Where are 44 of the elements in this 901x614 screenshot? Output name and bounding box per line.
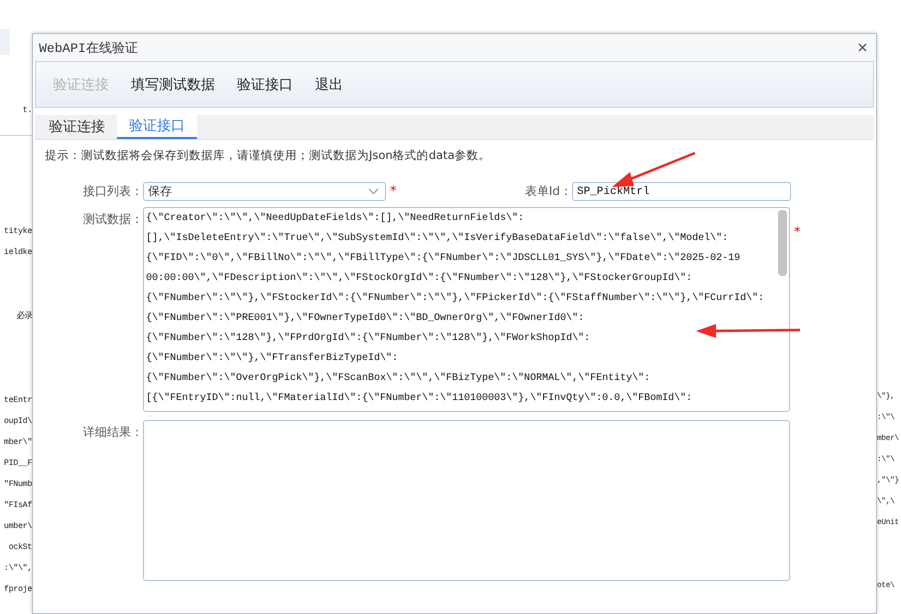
toolbar-button[interactable]: 验证接口 xyxy=(226,76,304,94)
background-text: umber\ xyxy=(4,521,32,533)
field-label: 测试数据： xyxy=(82,211,143,228)
window-title: WebAPI在线验证 xyxy=(39,40,138,56)
scrollbar-thumb[interactable] xyxy=(778,210,787,276)
json-text-line: {\"FNumber\":\"128\"},\"FPrdOrgId\":{\"FNumber\":\"128\"},\"FWorkShopId\": xyxy=(146,332,590,346)
background-text: oupId\ xyxy=(4,416,32,428)
json-text-line: [],\"IsDeleteEntry\":\"True\",\"SubSystemId\":\"\",\"IsVerifyBaseDataField\":\"false\",\"Model\": xyxy=(146,232,728,246)
background-text: tityke xyxy=(4,226,32,238)
json-text-line: {\"Creator\":\"\",\"NeedUpDateFields\":[],\"NeedReturnFields\": xyxy=(146,212,524,226)
required-mark: * xyxy=(390,184,398,199)
tab[interactable]: 验证接口 xyxy=(117,115,197,139)
json-text-line: {\"FNumber\":\"OverOrgPick\"},\"FScanBox\":\"\",\"FBizType\":\"NORMAL\",\"FEntity\": xyxy=(146,372,650,386)
background-text: ieldke xyxy=(4,247,32,259)
close-icon[interactable] xyxy=(858,43,867,52)
toolbar-button[interactable]: 退出 xyxy=(304,76,354,94)
background-text: fproje xyxy=(4,584,32,596)
field-label: 表单Id： xyxy=(524,183,572,200)
background-text: PID__F xyxy=(4,458,32,470)
toolbar-button[interactable]: 填写测试数据 xyxy=(120,76,226,94)
field-label: 接口列表： xyxy=(82,183,143,200)
background-text: 必录 xyxy=(16,310,32,323)
json-text-line: {\"FID\":\"0\",\"FBillNo\":\"\",\"FBillType\":{\"FNumber\":\"JDSCLL01_SYS\"},\"FDate\":\"2025-02-19 xyxy=(146,252,740,266)
background-text: teEntr xyxy=(4,395,32,407)
form-id-field[interactable]: SP_PickMtrl xyxy=(572,182,791,201)
field-label: 详细结果： xyxy=(82,424,143,441)
json-text-line: 00:00:00\",\"FDescription\":\"\",\"FStockOrgId\":{\"FNumber\":\"128\"},\"FStockerGroupId\": xyxy=(146,272,692,286)
background-text: "FNumb xyxy=(4,479,32,491)
chevron-down-icon xyxy=(368,188,379,195)
interface-dropdown[interactable]: 保存 xyxy=(143,182,386,201)
json-text-line: {\"FNumber\":\"\"},\"FStockerId\":{\"FNumber\":\"\"},\"FPickerId\":{\"FStaffNumber\":\"\"},\"FCurrId\": xyxy=(146,292,764,306)
required-mark: * xyxy=(794,225,802,240)
test-data-field[interactable] xyxy=(143,207,790,412)
background-text: mber\" xyxy=(4,437,32,449)
tab[interactable]: 验证连接 xyxy=(37,115,117,139)
hint-text: 提示：测试数据将会保存到数据库，请谨慎使用；测试数据为Json格式的data参数。 xyxy=(45,148,492,163)
background-text: t. xyxy=(22,105,32,117)
background-text: "FIsAf xyxy=(4,500,32,512)
json-text-line: {\"FNumber\":\"PRE001\"},\"FOwnerTypeId0\":\"BD_OwnerOrg\",\"FOwnerId0\": xyxy=(146,312,584,326)
background-text: :\"\", xyxy=(4,563,32,575)
json-text-line: [{\"FEntryID\":null,\"FMaterialId\":{\"FNumber\":\"110100003\"},\"FInvQty\":0.0,\"FBomId\": xyxy=(146,392,692,406)
background-text: ockSt xyxy=(8,542,32,554)
json-text-line: {\"FNumber\":\"\"},\"FTransferBizTypeId\": xyxy=(146,352,398,366)
result-field[interactable] xyxy=(143,420,790,581)
